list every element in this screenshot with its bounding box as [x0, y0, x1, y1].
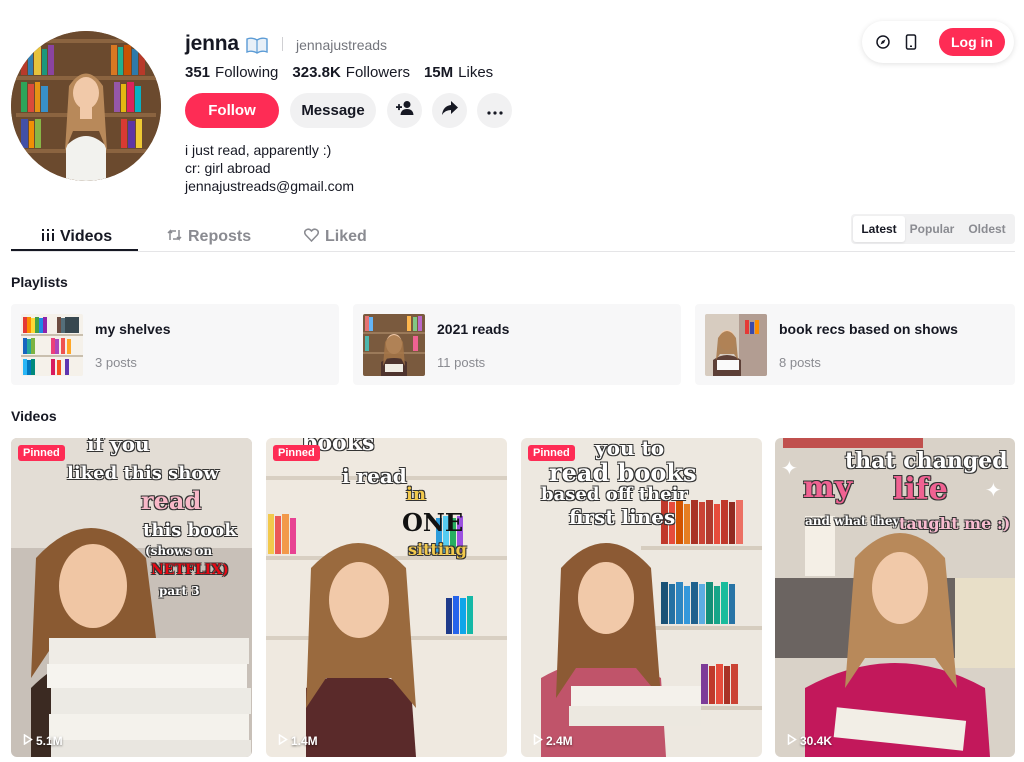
play-icon	[787, 733, 797, 748]
playlist-name: 2021 reads	[437, 321, 510, 337]
video-overlay-text: liked this show	[67, 463, 219, 484]
video-overlay-text: ONE	[402, 508, 464, 537]
sparkle-icon: ✦	[985, 480, 1002, 502]
view-count: 5.1M	[23, 733, 63, 748]
view-count: 1.4M	[278, 733, 318, 748]
repost-icon	[167, 228, 182, 247]
followers-count: 323.8K	[292, 64, 341, 81]
share-button[interactable]	[432, 93, 467, 128]
tab-reposts[interactable]: Reposts	[167, 222, 251, 252]
heart-lock-icon	[303, 227, 320, 247]
user-handle: jennajustreads	[296, 37, 388, 53]
bio-email[interactable]: jennajustreads@gmail.com	[185, 177, 354, 195]
playlist-post-count: 11 posts	[437, 355, 486, 370]
sort-popular[interactable]: Popular	[907, 216, 957, 242]
playlist-post-count: 3 posts	[95, 355, 137, 370]
play-icon	[278, 733, 288, 748]
playlist-card[interactable]: 2021 reads 11 posts	[353, 304, 681, 385]
more-dots-icon	[486, 102, 503, 120]
video-overlay-text: NETFLIX)	[151, 562, 229, 578]
mobile-icon[interactable]	[903, 34, 919, 50]
share-arrow-icon	[441, 100, 459, 121]
video-thumbnail	[11, 438, 252, 757]
tab-label: Reposts	[188, 228, 252, 245]
followers-label[interactable]: Followers	[346, 64, 410, 81]
message-button[interactable]: Message	[290, 93, 376, 128]
playlist-thumbnail	[705, 314, 767, 376]
view-count: 2.4M	[533, 733, 573, 748]
video-overlay-text: that changed	[845, 448, 1008, 474]
video-overlay-text: my	[803, 470, 853, 505]
pinned-badge: Pinned	[273, 445, 320, 461]
playlist-thumbnail	[363, 314, 425, 376]
playlist-card[interactable]: book recs based on shows 8 posts	[695, 304, 1015, 385]
videos-heading: Videos	[11, 408, 57, 424]
view-count: 30.4K	[787, 733, 832, 748]
add-user-icon	[395, 100, 415, 121]
top-actions-bar: Log in	[862, 21, 1014, 63]
more-options-button[interactable]	[477, 93, 512, 128]
open-book-icon	[245, 35, 269, 55]
tab-videos[interactable]: Videos	[42, 222, 112, 252]
compass-icon[interactable]	[875, 34, 891, 50]
username: jenna	[185, 32, 239, 55]
bio-line: cr: girl abroad	[185, 160, 271, 176]
play-icon	[23, 733, 33, 748]
playlists-heading: Playlists	[11, 274, 68, 290]
bio: i just read, apparently :) cr: girl abro…	[185, 141, 354, 195]
play-icon	[533, 733, 543, 748]
video-overlay-text: (shows on	[145, 544, 213, 558]
sort-latest[interactable]: Latest	[853, 216, 905, 242]
profile-stats: 351 Following 323.8K Followers 15M Likes	[185, 64, 507, 81]
sort-control: Latest Popular Oldest	[851, 214, 1015, 244]
video-card[interactable]: you to read books based off their first …	[521, 438, 762, 757]
video-overlay-text: first lines	[569, 505, 676, 529]
follow-button[interactable]: Follow	[185, 93, 279, 128]
video-overlay-text: this book	[143, 520, 237, 541]
tab-liked[interactable]: Liked	[303, 222, 367, 252]
pinned-badge: Pinned	[18, 445, 65, 461]
video-overlay-text: life	[893, 472, 948, 507]
tab-label: Videos	[60, 228, 113, 245]
likes-count: 15M	[423, 64, 454, 81]
playlist-post-count: 8 posts	[779, 355, 821, 370]
sparkle-icon: ✦	[781, 458, 798, 480]
name-separator	[282, 37, 283, 51]
following-count: 351	[185, 64, 211, 81]
video-overlay-text: read books	[549, 458, 697, 487]
video-overlay-text: read	[141, 486, 202, 515]
video-overlay-text: sitting	[408, 540, 467, 559]
video-overlay-text: if you	[87, 438, 150, 456]
playlist-name: my shelves	[95, 321, 171, 337]
following-label[interactable]: Following	[215, 64, 278, 81]
tabs-divider	[11, 251, 1015, 252]
video-card[interactable]: that changed my life and what they taugh…	[775, 438, 1015, 757]
pinned-badge: Pinned	[528, 445, 575, 461]
video-overlay-text: you to	[595, 438, 665, 460]
add-friend-button[interactable]	[387, 93, 422, 128]
video-overlay-text: i read	[342, 464, 407, 488]
video-overlay-text: part 3	[159, 584, 200, 598]
grid-bars-icon	[42, 228, 54, 246]
video-overlay-text: and what they	[805, 514, 900, 528]
avatar[interactable]	[11, 31, 161, 181]
sort-oldest[interactable]: Oldest	[961, 216, 1013, 242]
video-overlay-text: based off their	[541, 484, 688, 505]
login-button[interactable]: Log in	[939, 28, 1005, 56]
playlist-card[interactable]: my shelves 3 posts	[11, 304, 339, 385]
video-overlay-text: taught me :)	[899, 514, 1011, 533]
tab-label: Liked	[325, 228, 367, 245]
video-card[interactable]: if you liked this show read this book (s…	[11, 438, 252, 757]
bio-line: i just read, apparently :)	[185, 142, 332, 158]
playlist-thumbnail	[21, 314, 83, 376]
likes-label: Likes	[458, 64, 494, 81]
video-card[interactable]: books i read in ONE sitting Pinned 1.4M	[266, 438, 507, 757]
video-overlay-text: in	[406, 484, 426, 505]
playlist-name: book recs based on shows	[779, 321, 958, 337]
